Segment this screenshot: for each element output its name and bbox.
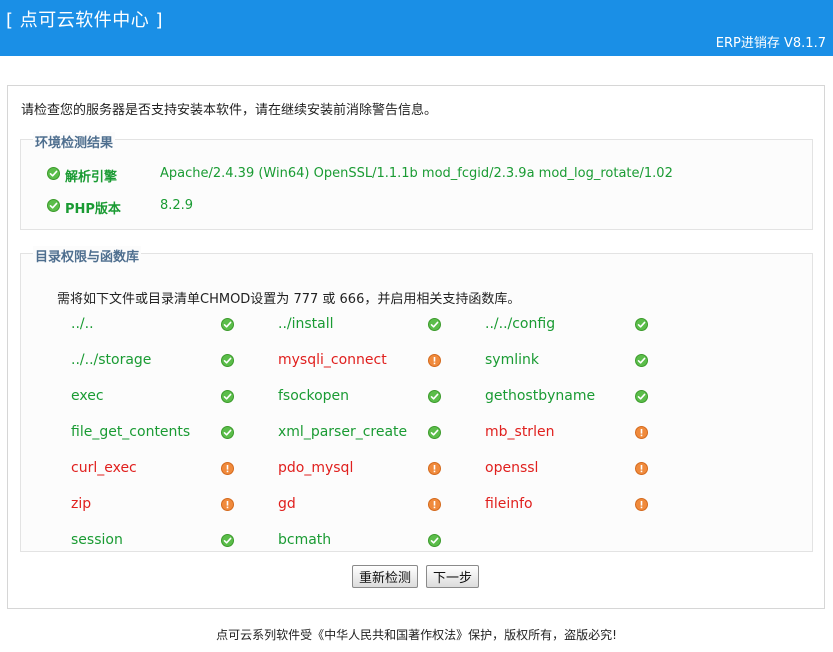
permissions-section-title: 目录权限与函数库 [33,246,142,265]
permission-name: file_get_contents [71,424,191,440]
warning-icon [221,462,234,475]
warning-icon [635,426,648,439]
permission-name: pdo_mysql [278,460,354,476]
environment-section-title: 环境检测结果 [33,132,116,151]
env-label: 解析引擎 [65,170,118,185]
environment-section: 环境检测结果 解析引擎 Apache/2.4.39 (Win64) OpenSS… [20,132,813,230]
permission-name: curl_exec [71,460,137,476]
permission-item: pdo_mysql [278,460,444,480]
check-icon [428,426,441,439]
permission-item: ../../config [485,316,651,336]
app-header: [ 点可云软件中心 ] ERP进销存 V8.1.7 [0,0,833,56]
check-icon [221,390,234,403]
permission-item: exec [71,388,237,408]
permission-name: session [71,532,123,548]
permission-name: xml_parser_create [278,424,408,440]
permission-item: gethostbyname [485,388,651,408]
permission-name: fsockopen [278,388,350,404]
check-icon [221,318,234,331]
check-icon [635,318,648,331]
warning-icon [428,498,441,511]
permission-item: ../../storage [71,352,237,372]
permission-name: mysqli_connect [278,352,387,368]
intro-text: 请检查您的服务器是否支持安装本软件，请在继续安装前消除警告信息。 [21,103,438,118]
warning-icon [635,462,648,475]
next-step-button[interactable]: 下一步 [426,565,480,588]
brand-title: [ 点可云软件中心 ] [6,10,163,31]
permission-item: openssl [485,460,651,480]
env-label: PHP版本 [65,202,121,217]
warning-icon [221,498,234,511]
permission-name: ../.. [71,316,94,332]
check-icon [47,167,60,180]
permission-name: mb_strlen [485,424,555,440]
check-icon [635,390,648,403]
permission-name: symlink [485,352,539,368]
warning-icon [428,354,441,367]
permission-item: curl_exec [71,460,237,480]
check-icon [428,534,441,547]
permission-name: ../install [278,316,334,332]
env-value: 8.2.9 [160,198,194,213]
permission-name: zip [71,496,92,512]
permission-name: gethostbyname [485,388,596,404]
check-icon [47,199,60,212]
permission-name: bcmath [278,532,332,548]
warning-icon [428,462,441,475]
warning-icon [635,498,648,511]
permission-name: exec [71,388,104,404]
permission-item: symlink [485,352,651,372]
permission-item: mb_strlen [485,424,651,444]
permission-item: fsockopen [278,388,444,408]
permission-name: ../../config [485,316,556,332]
check-icon [221,426,234,439]
env-value: Apache/2.4.39 (Win64) OpenSSL/1.1.1b mod… [160,166,673,181]
check-icon [221,354,234,367]
check-icon [221,534,234,547]
permission-item: xml_parser_create [278,424,444,444]
permission-item: mysqli_connect [278,352,444,372]
permission-item: gd [278,496,444,516]
product-version: ERP进销存 V8.1.7 [715,36,826,51]
copyright-footer: 点可云系列软件受《中华人民共和国著作权法》保护，版权所有，盗版必究! [216,628,617,642]
permission-item: ../.. [71,316,237,336]
permission-name: fileinfo [485,496,533,512]
recheck-button[interactable]: 重新检测 [352,565,419,588]
chmod-note: 需将如下文件或目录清单CHMOD设置为 777 或 666，并启用相关支持函数库… [57,292,521,307]
permission-item: zip [71,496,237,516]
permission-name: openssl [485,460,539,476]
install-check-panel: 请检查您的服务器是否支持安装本软件，请在继续安装前消除警告信息。 环境检测结果 … [7,85,825,609]
check-icon [635,354,648,367]
permission-item: bcmath [278,532,444,552]
permission-item: fileinfo [485,496,651,516]
permission-item: file_get_contents [71,424,237,444]
permission-name: gd [278,496,296,512]
check-icon [428,390,441,403]
check-icon [428,318,441,331]
permission-item: session [71,532,237,552]
permission-item: ../install [278,316,444,336]
permission-name: ../../storage [71,352,152,368]
permissions-section: 目录权限与函数库 需将如下文件或目录清单CHMOD设置为 777 或 666，并… [20,246,813,552]
